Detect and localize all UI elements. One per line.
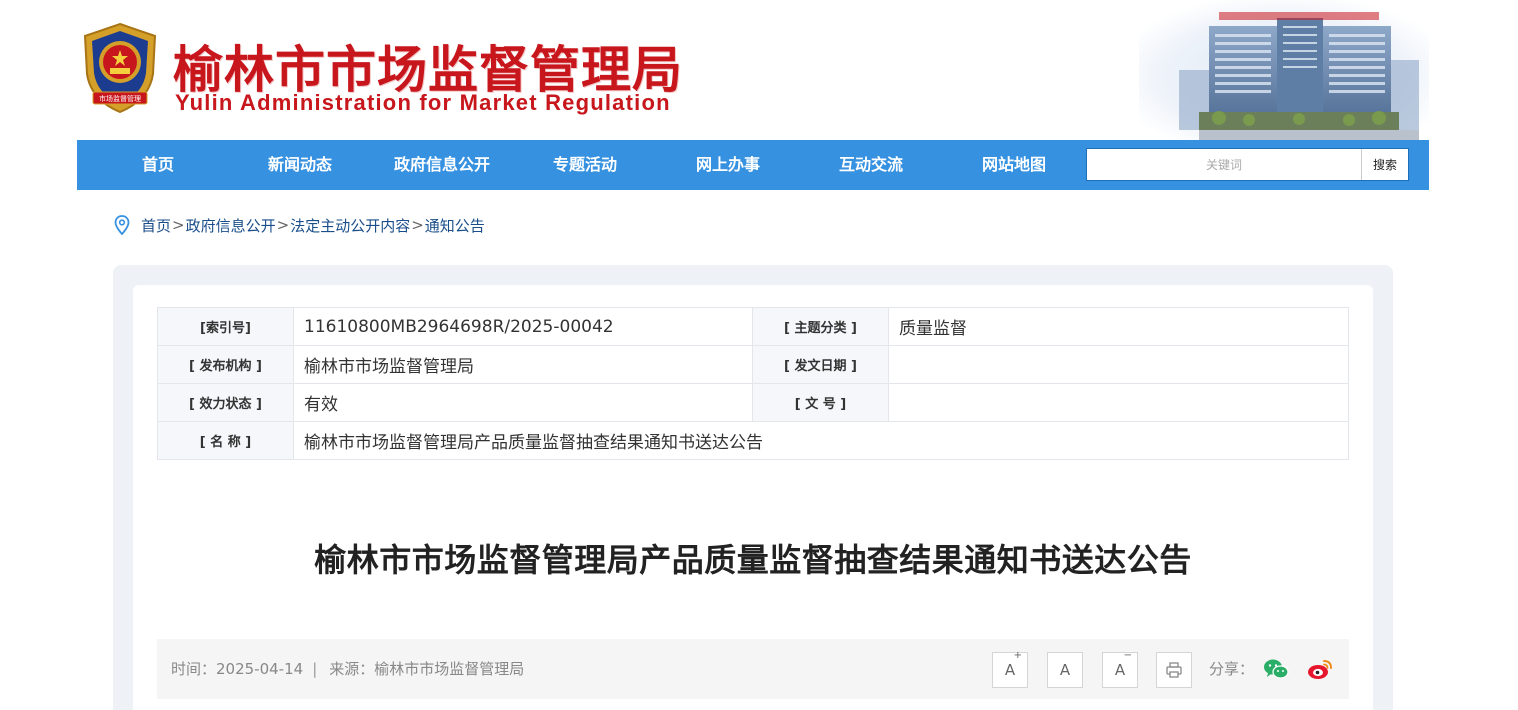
issue-date-label: [ 发文日期 ]: [752, 345, 889, 384]
nav-item-home[interactable]: 首页: [93, 140, 223, 190]
print-button[interactable]: [1156, 652, 1192, 688]
article-source: 来源：榆林市市场监督管理局: [329, 660, 525, 678]
publisher-label: [ 发布机构 ]: [157, 345, 294, 384]
search-button[interactable]: 搜索: [1361, 149, 1408, 180]
nav-item-topics[interactable]: 专题活动: [520, 140, 650, 190]
search-box: 搜索: [1086, 148, 1409, 181]
document-meta-table: [索引号] 11610800MB2964698R/2025-00042 [ 主题…: [157, 307, 1349, 460]
font-normal-button[interactable]: A: [1047, 652, 1083, 688]
breadcrumb-statutory-disclosure[interactable]: 法定主动公开内容: [290, 215, 410, 236]
wechat-icon[interactable]: [1263, 657, 1289, 681]
emblem-ribbon-text: 市场监督管理: [99, 94, 141, 103]
index-number-label: [索引号]: [157, 307, 294, 346]
breadcrumb-gov-info[interactable]: 政府信息公开: [186, 215, 276, 236]
font-decrease-glyph: A: [1114, 661, 1126, 679]
table-row: [ 名 称 ] 榆林市市场监督管理局产品质量监督抽查结果通知书送达公告: [157, 421, 1349, 460]
market-regulation-emblem-icon[interactable]: 市场监督管理: [79, 22, 161, 114]
building-banner-image: [1139, 0, 1429, 140]
document-number-label: [ 文 号 ]: [752, 383, 889, 422]
publish-time: 时间：2025-04-14: [171, 660, 304, 678]
breadcrumb-separator: >: [276, 216, 290, 234]
main-nav: 首页 新闻动态 政府信息公开 专题活动 网上办事 互动交流 网站地图 搜索: [77, 140, 1429, 190]
font-increase-button[interactable]: A +: [992, 650, 1028, 688]
topic-category-label: [ 主题分类 ]: [752, 307, 889, 346]
breadcrumb-separator: >: [172, 216, 185, 234]
site-header: 市场监督管理 榆林市市场监督管理局 Yulin Administration f…: [77, 0, 1429, 140]
nav-item-sitemap[interactable]: 网站地图: [949, 140, 1079, 190]
table-row: [ 效力状态 ] 有效 [ 文 号 ]: [157, 383, 1349, 422]
document-name-label: [ 名 称 ]: [157, 421, 294, 460]
document-number-value: [888, 383, 1349, 422]
printer-icon: [1166, 662, 1182, 678]
nav-item-news[interactable]: 新闻动态: [235, 140, 365, 190]
info-separator: |: [312, 660, 318, 678]
font-decrease-button[interactable]: A −: [1102, 650, 1138, 688]
document-name-value: 榆林市市场监督管理局产品质量监督抽查结果通知书送达公告: [293, 421, 1349, 460]
nav-item-interaction[interactable]: 互动交流: [806, 140, 936, 190]
nav-item-gov-info[interactable]: 政府信息公开: [377, 140, 507, 190]
search-input[interactable]: [1087, 149, 1361, 180]
article-title: 榆林市市场监督管理局产品质量监督抽查结果通知书送达公告: [314, 541, 1192, 579]
location-pin-icon: [114, 215, 130, 235]
plus-icon: +: [1013, 650, 1022, 661]
article-info-bar: 时间：2025-04-14 | 来源：榆林市市场监督管理局 A + A A − 分享：: [157, 639, 1349, 699]
breadcrumb: 首页 > 政府信息公开 > 法定主动公开内容 > 通知公告: [114, 214, 485, 236]
breadcrumb-separator: >: [411, 216, 424, 234]
table-row: [索引号] 11610800MB2964698R/2025-00042 [ 主题…: [157, 307, 1349, 346]
breadcrumb-notices[interactable]: 通知公告: [425, 215, 485, 236]
share-label: 分享：: [1209, 660, 1255, 678]
article-card: [索引号] 11610800MB2964698R/2025-00042 [ 主题…: [133, 285, 1373, 710]
index-number-value: 11610800MB2964698R/2025-00042: [293, 307, 753, 346]
nav-item-online-services[interactable]: 网上办事: [663, 140, 793, 190]
minus-icon: −: [1123, 650, 1132, 661]
breadcrumb-home[interactable]: 首页: [141, 215, 171, 236]
weibo-icon[interactable]: [1307, 657, 1333, 681]
font-increase-glyph: A: [1004, 661, 1016, 679]
font-normal-glyph: A: [1059, 661, 1071, 679]
publisher-value: 榆林市市场监督管理局: [293, 345, 753, 384]
article-info: 时间：2025-04-14 | 来源：榆林市市场监督管理局: [171, 639, 524, 699]
validity-status-label: [ 效力状态 ]: [157, 383, 294, 422]
issue-date-value: [888, 345, 1349, 384]
table-row: [ 发布机构 ] 榆林市市场监督管理局 [ 发文日期 ]: [157, 345, 1349, 384]
topic-category-value: 质量监督: [888, 307, 1349, 346]
validity-status-value: 有效: [293, 383, 753, 422]
content-panel: [索引号] 11610800MB2964698R/2025-00042 [ 主题…: [113, 265, 1393, 710]
site-title-english[interactable]: Yulin Administration for Market Regulati…: [175, 90, 671, 116]
